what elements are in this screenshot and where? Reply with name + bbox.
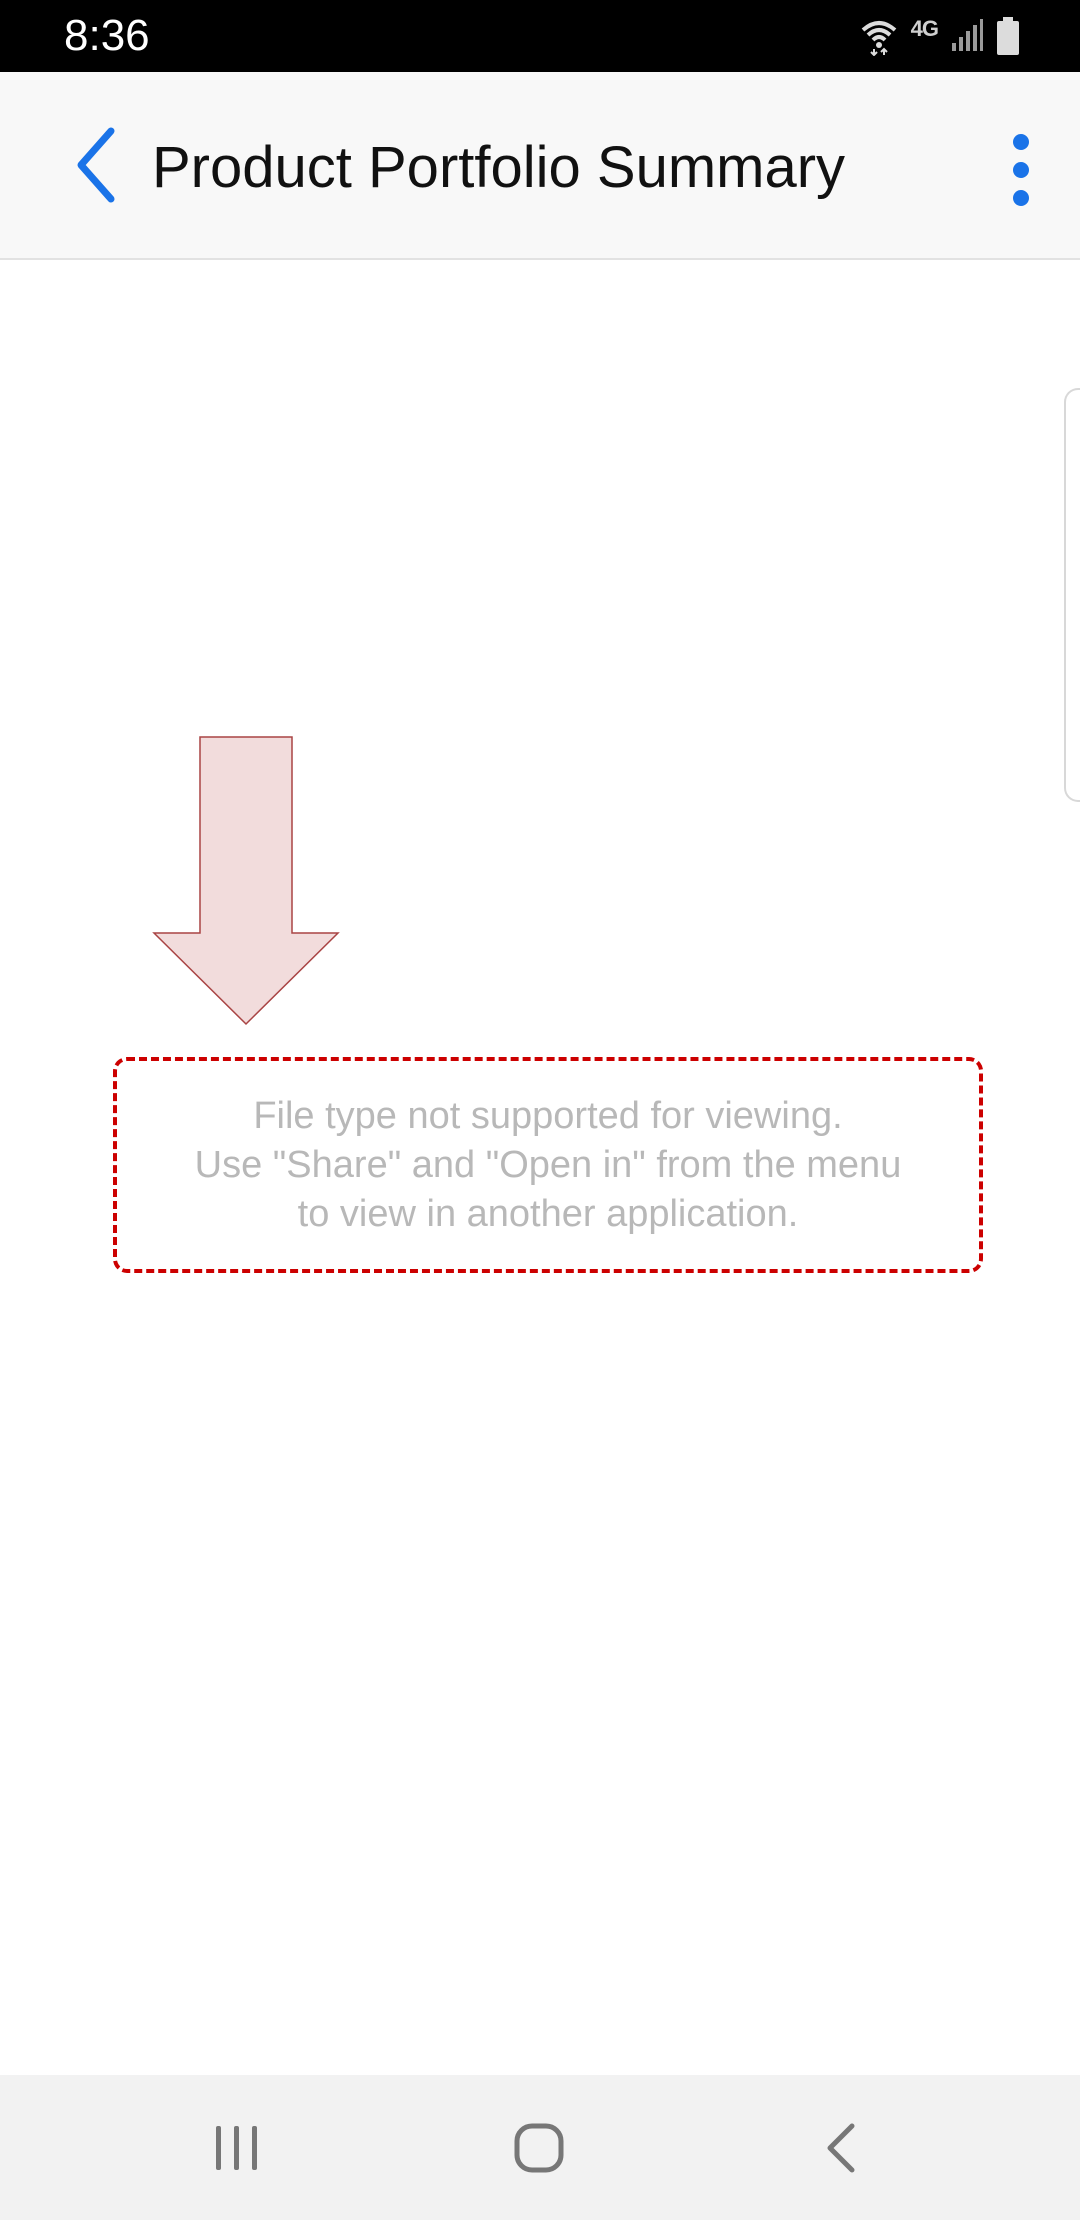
- battery-icon: [996, 17, 1020, 55]
- more-vertical-icon: [1011, 132, 1031, 213]
- message-line: Use "Share" and "Open in" from the menu: [194, 1143, 902, 1186]
- wifi-icon: [859, 16, 899, 56]
- status-icons: 4G: [859, 14, 1020, 58]
- nav-back-button[interactable]: [781, 2105, 901, 2195]
- navigation-bar: [0, 2075, 1080, 2220]
- chevron-left-icon: [71, 125, 119, 210]
- back-button[interactable]: [60, 122, 130, 212]
- annotation-arrow: [152, 735, 340, 1027]
- signal-icon: [950, 19, 984, 53]
- page-title: Product Portfolio Summary: [152, 135, 846, 200]
- recents-button[interactable]: [177, 2105, 297, 2195]
- network-type-label: 4G: [910, 16, 939, 41]
- back-icon: [824, 2122, 858, 2179]
- home-button[interactable]: [479, 2105, 599, 2195]
- more-options-button[interactable]: [986, 122, 1056, 222]
- status-bar: 8:36 4G: [0, 0, 1080, 72]
- home-icon: [513, 2122, 565, 2179]
- recents-icon: [212, 2124, 262, 2177]
- status-time: 8:36: [64, 11, 150, 60]
- document-viewer: File type not supported for viewing. Use…: [0, 260, 1080, 2075]
- message-line: to view in another application.: [297, 1192, 799, 1235]
- unsupported-file-message: File type not supported for viewing. Use…: [113, 1057, 983, 1273]
- message-line: File type not supported for viewing.: [253, 1094, 843, 1137]
- app-bar: Product Portfolio Summary: [0, 72, 1080, 260]
- scroll-handle[interactable]: [1064, 388, 1080, 802]
- screen: 8:36 4G Product Portfolio Summary File t…: [0, 0, 1080, 2220]
